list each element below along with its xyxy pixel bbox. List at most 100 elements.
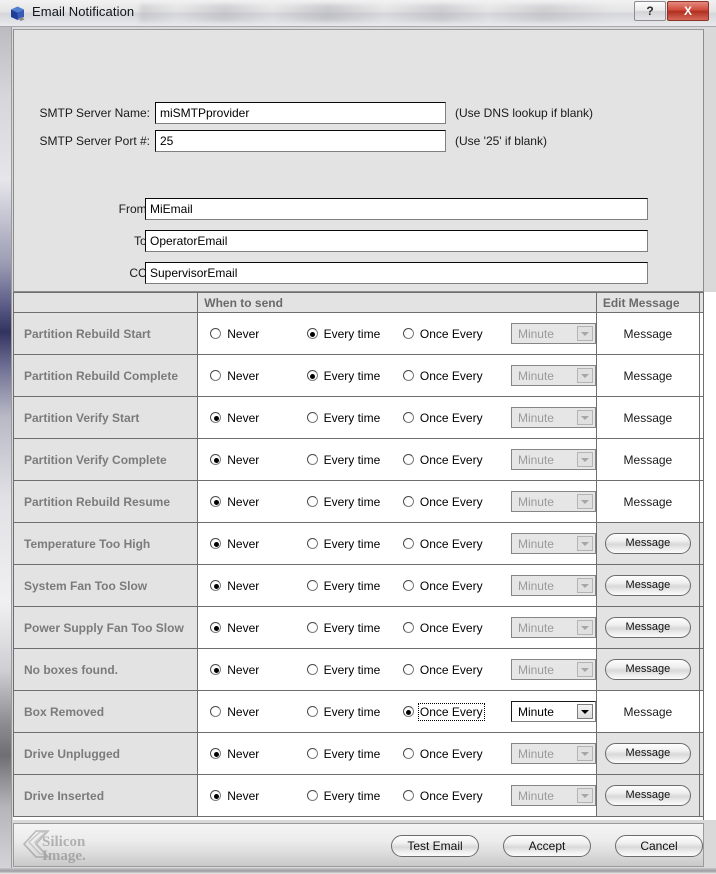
edit-message-cell: Message	[596, 565, 699, 607]
message-link-3[interactable]: Message	[624, 411, 673, 425]
message-button-7[interactable]: Message	[605, 575, 691, 596]
radio-never-11[interactable]: Never	[210, 747, 306, 761]
radio-every-time-2[interactable]: Every time	[307, 369, 403, 383]
table-row: Partition Rebuild CompleteNeverEvery tim…	[14, 355, 716, 397]
radio-every-time-9[interactable]: Every time	[307, 663, 403, 677]
radio-once-every-8[interactable]: Once Every	[403, 621, 507, 635]
radio-every-time-3[interactable]: Every time	[307, 411, 403, 425]
radio-never-7[interactable]: Never	[210, 579, 306, 593]
table-row: Temperature Too HighNeverEvery timeOnce …	[14, 523, 716, 565]
test-email-button[interactable]: Test Email	[391, 835, 479, 857]
smtp-server-port-label: SMTP Server Port #:	[32, 134, 150, 148]
from-input[interactable]: MiEmail	[145, 198, 648, 220]
accept-button[interactable]: Accept	[503, 835, 591, 857]
radio-every-time-5[interactable]: Every time	[307, 495, 403, 509]
message-button-6[interactable]: Message	[605, 533, 691, 554]
radio-label: Once Every	[420, 621, 483, 635]
radio-once-every-6[interactable]: Once Every	[403, 537, 507, 551]
message-link-2[interactable]: Message	[624, 369, 673, 383]
cc-label: CC:	[32, 266, 150, 280]
radio-every-time-8[interactable]: Every time	[307, 621, 403, 635]
event-name-cell: Partition Rebuild Start	[14, 313, 198, 355]
radio-indicator-icon	[307, 664, 318, 675]
radio-once-every-7[interactable]: Once Every	[403, 579, 507, 593]
title-bar: Email Notification ? X	[0, 0, 716, 27]
radio-every-time-10[interactable]: Every time	[307, 705, 403, 719]
table-header: When to send Edit Message	[14, 293, 716, 313]
radio-once-every-3[interactable]: Once Every	[403, 411, 507, 425]
radio-never-8[interactable]: Never	[210, 621, 306, 635]
radio-once-every-12[interactable]: Once Every	[403, 789, 507, 803]
radio-never-5[interactable]: Never	[210, 495, 306, 509]
radio-label: Every time	[324, 705, 381, 719]
message-button-8[interactable]: Message	[605, 617, 691, 638]
radio-once-every-4[interactable]: Once Every	[403, 453, 507, 467]
edit-message-cell: Message	[596, 355, 699, 397]
close-button[interactable]: X	[667, 1, 709, 21]
message-link-10[interactable]: Message	[624, 705, 673, 719]
message-link-5[interactable]: Message	[624, 495, 673, 509]
message-button-11[interactable]: Message	[605, 743, 691, 764]
message-button-12[interactable]: Message	[605, 785, 691, 806]
radio-label: Once Every	[420, 453, 483, 467]
radio-never-4[interactable]: Never	[210, 453, 306, 467]
interval-dropdown-5: Minute	[511, 491, 596, 512]
when-to-send-cell: NeverEvery timeOnce EveryMinute	[198, 775, 597, 817]
radio-label: Never	[227, 621, 259, 635]
radio-once-every-11[interactable]: Once Every	[403, 747, 507, 761]
radio-once-every-10[interactable]: Once Every	[403, 705, 507, 719]
cancel-button[interactable]: Cancel	[615, 835, 703, 857]
smtp-server-name-input[interactable]: miSMTPprovider	[155, 102, 446, 124]
event-name-cell: System Fan Too Slow	[14, 565, 198, 607]
radio-label: Never	[227, 411, 259, 425]
radio-never-10[interactable]: Never	[210, 705, 306, 719]
radio-every-time-11[interactable]: Every time	[307, 747, 403, 761]
radio-once-every-9[interactable]: Once Every	[403, 663, 507, 677]
radio-label: Every time	[324, 453, 381, 467]
when-to-send-cell: NeverEvery timeOnce EveryMinute	[198, 313, 597, 355]
radio-indicator-icon	[210, 790, 221, 801]
interval-dropdown-9: Minute	[511, 659, 596, 680]
chevron-down-icon	[577, 494, 593, 509]
header-when-to-send: When to send	[198, 293, 597, 313]
radio-every-time-6[interactable]: Every time	[307, 537, 403, 551]
interval-dropdown-10[interactable]: Minute	[511, 701, 596, 722]
radio-once-every-1[interactable]: Once Every	[403, 327, 507, 341]
table-row: Partition Verify CompleteNeverEvery time…	[14, 439, 716, 481]
radio-every-time-1[interactable]: Every time	[307, 327, 403, 341]
radio-label: Once Every	[420, 747, 483, 761]
help-button[interactable]: ?	[634, 1, 666, 21]
smtp-server-port-input[interactable]: 25	[155, 130, 446, 152]
radio-never-1[interactable]: Never	[210, 327, 306, 341]
radio-indicator-icon	[403, 328, 414, 339]
radio-every-time-4[interactable]: Every time	[307, 453, 403, 467]
message-button-9[interactable]: Message	[605, 659, 691, 680]
radio-label: Never	[227, 495, 259, 509]
cc-input[interactable]: SupervisorEmail	[145, 262, 648, 284]
radio-indicator-icon	[403, 538, 414, 549]
table-row: Drive UnpluggedNeverEvery timeOnce Every…	[14, 733, 716, 775]
radio-never-6[interactable]: Never	[210, 537, 306, 551]
interval-dropdown-11: Minute	[511, 743, 596, 764]
radio-every-time-7[interactable]: Every time	[307, 579, 403, 593]
radio-never-3[interactable]: Never	[210, 411, 306, 425]
radio-never-9[interactable]: Never	[210, 663, 306, 677]
from-label: From:	[32, 202, 150, 216]
radio-once-every-2[interactable]: Once Every	[403, 369, 507, 383]
radio-indicator-icon	[403, 790, 414, 801]
event-name-cell: Box Removed	[14, 691, 198, 733]
to-input[interactable]: OperatorEmail	[145, 230, 648, 252]
notification-events-table-container[interactable]: When to send Edit Message Partition Rebu…	[13, 292, 716, 820]
radio-never-12[interactable]: Never	[210, 789, 306, 803]
radio-indicator-icon	[210, 370, 221, 381]
radio-label: Every time	[324, 537, 381, 551]
header-edit-message: Edit Message	[596, 293, 699, 313]
table-body: Partition Rebuild StartNeverEvery timeOn…	[14, 313, 716, 817]
radio-indicator-icon	[403, 664, 414, 675]
radio-never-2[interactable]: Never	[210, 369, 306, 383]
radio-every-time-12[interactable]: Every time	[307, 789, 403, 803]
chevron-down-icon	[577, 620, 593, 635]
message-link-1[interactable]: Message	[624, 327, 673, 341]
radio-once-every-5[interactable]: Once Every	[403, 495, 507, 509]
message-link-4[interactable]: Message	[624, 453, 673, 467]
